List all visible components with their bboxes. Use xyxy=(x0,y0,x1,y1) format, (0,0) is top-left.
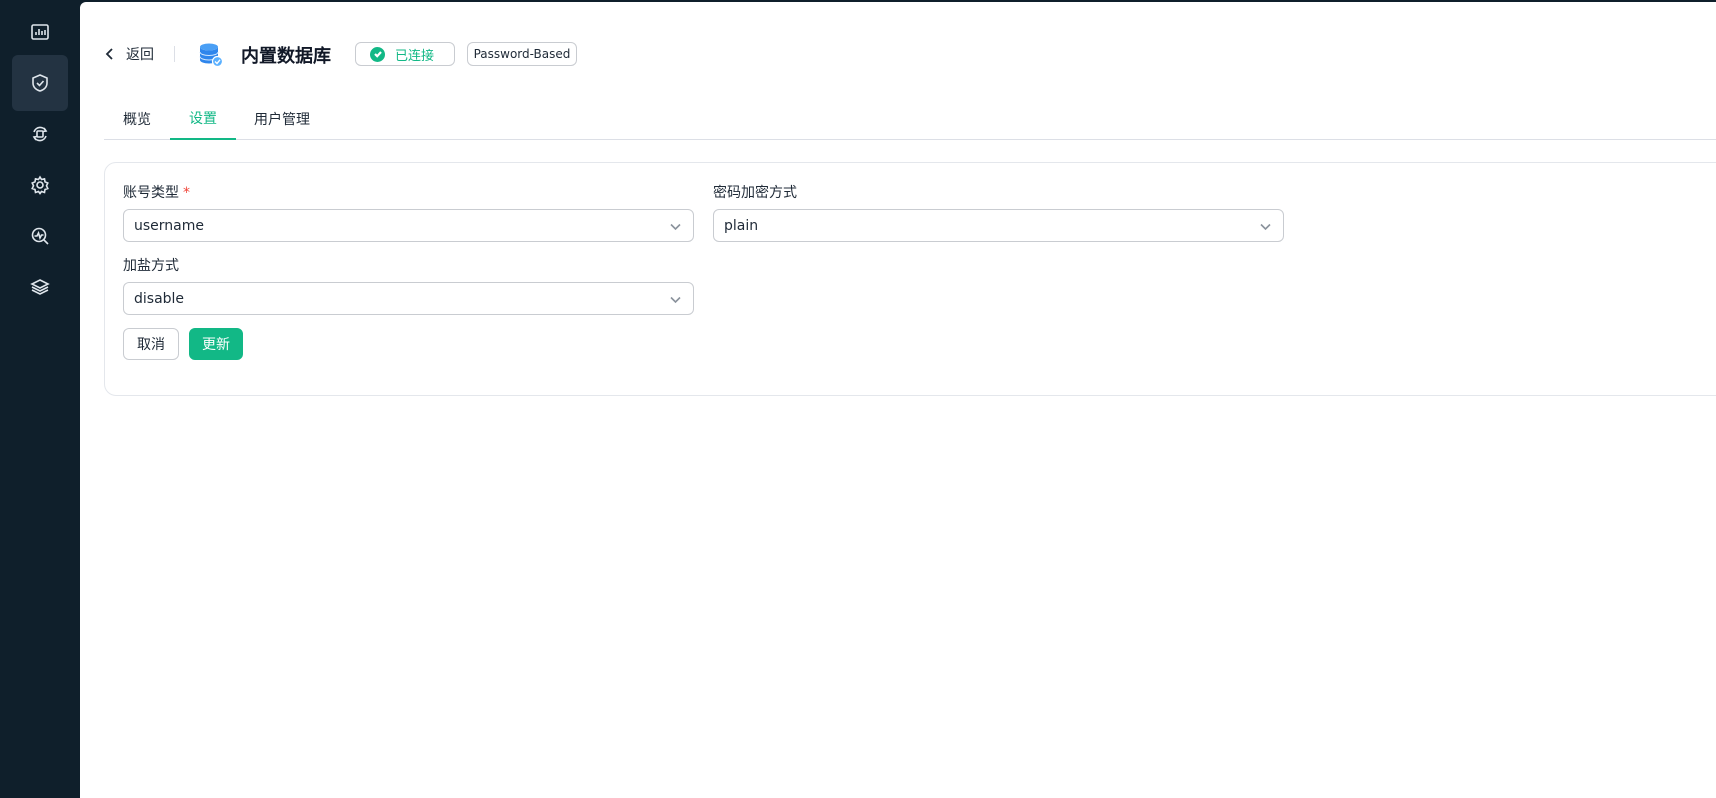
salt-method-label: 加盐方式 xyxy=(123,258,179,274)
sidebar-item-security[interactable] xyxy=(12,55,68,111)
account-type-label: 账号类型 * xyxy=(123,182,190,202)
check-circle-icon xyxy=(370,46,385,62)
salt-method-select[interactable]: disable xyxy=(123,282,694,315)
password-encryption-select[interactable]: plain xyxy=(713,209,1284,242)
sync-icon xyxy=(32,126,48,142)
account-type-label-text: 账号类型 xyxy=(123,185,179,201)
auth-type-badge: Password-Based xyxy=(467,42,577,66)
dashboard-icon xyxy=(31,24,49,40)
account-type-value: username xyxy=(134,217,204,234)
layers-icon xyxy=(30,279,50,295)
sidebar-item-settings[interactable] xyxy=(12,157,68,213)
chevron-down-icon xyxy=(670,296,681,304)
chevron-down-icon xyxy=(670,223,681,231)
chevron-left-icon xyxy=(105,48,113,60)
password-encryption-label: 密码加密方式 xyxy=(713,185,797,201)
tab-settings[interactable]: 设置 xyxy=(170,98,236,140)
gear-icon xyxy=(31,175,49,195)
sidebar-item-dashboard[interactable] xyxy=(12,4,68,60)
salt-method-value: disable xyxy=(134,290,185,307)
page-title: 内置数据库 xyxy=(241,46,331,67)
back-label: 返回 xyxy=(126,47,154,63)
status-badge: 已连接 xyxy=(355,42,455,66)
settings-form-card: 账号类型 * username 密码加密方式 plain 加盐方式 disable… xyxy=(104,162,1716,396)
sidebar-item-diagnose[interactable] xyxy=(12,208,68,264)
account-type-select[interactable]: username xyxy=(123,209,694,242)
tab-bar: 概览 设置 用户管理 xyxy=(104,98,1716,140)
shield-icon xyxy=(32,74,48,92)
back-button[interactable]: 返回 xyxy=(104,44,154,64)
update-button[interactable]: 更新 xyxy=(189,328,243,360)
sidebar xyxy=(0,0,80,798)
sidebar-item-sync[interactable] xyxy=(12,106,68,162)
chevron-down-icon xyxy=(1260,223,1271,231)
required-marker: * xyxy=(183,185,190,201)
tab-overview[interactable]: 概览 xyxy=(104,98,170,140)
cancel-button[interactable]: 取消 xyxy=(123,328,179,360)
header-divider xyxy=(174,46,175,62)
page-header: 返回 内置数据库 已连接 Password-Based xyxy=(104,2,1716,106)
sidebar-item-extensions[interactable] xyxy=(12,259,68,315)
main-content: 返回 内置数据库 已连接 Password-Based 概览 设置 用户管理 账… xyxy=(80,2,1716,798)
status-label: 已连接 xyxy=(395,48,435,64)
database-icon xyxy=(199,43,224,68)
password-encryption-value: plain xyxy=(724,217,759,234)
monitor-search-icon xyxy=(31,227,49,245)
tab-user-management[interactable]: 用户管理 xyxy=(236,98,328,140)
